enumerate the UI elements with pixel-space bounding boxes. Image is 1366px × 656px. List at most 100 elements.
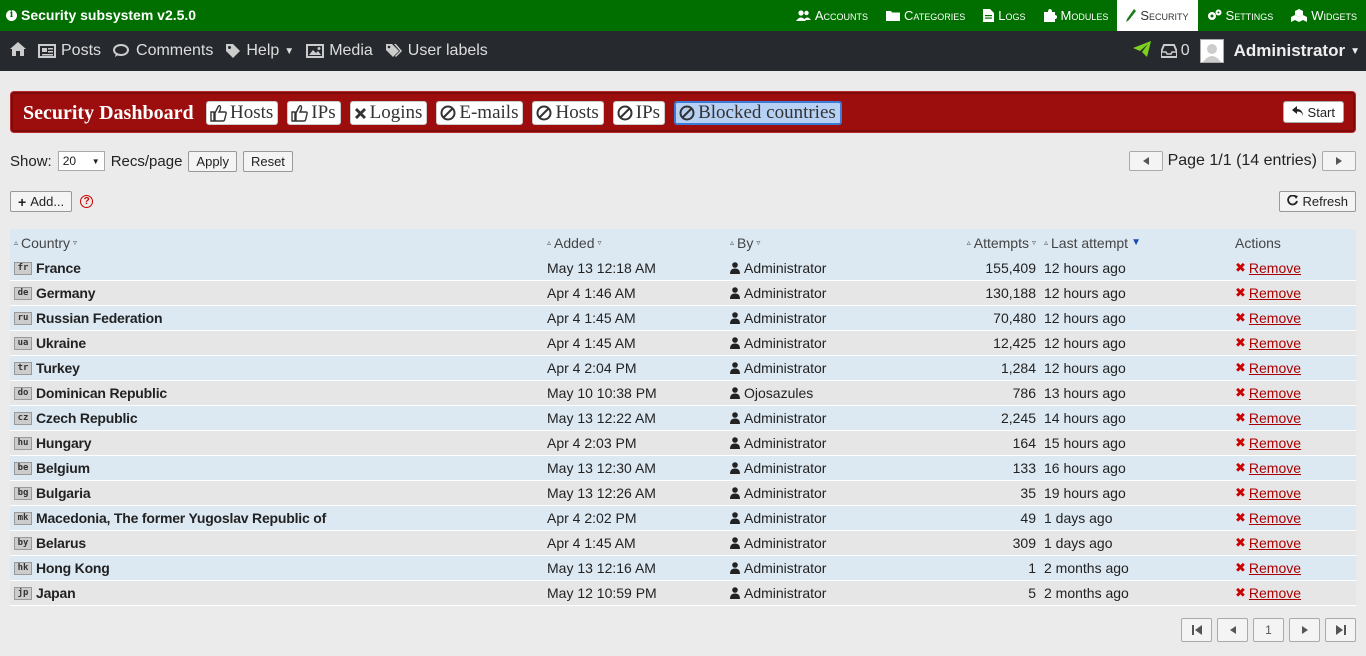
col-country[interactable]: ▵ Country ▿ <box>10 235 547 251</box>
remove-link[interactable]: ✖ Remove <box>1235 560 1356 576</box>
remove-link[interactable]: ✖ Remove <box>1235 535 1356 551</box>
cell-by: Ojosazules <box>730 385 913 401</box>
nav-user-labels[interactable]: User labels <box>385 42 488 60</box>
nav-posts[interactable]: Posts <box>38 42 101 60</box>
pager-top: Page 1/1 (14 entries) <box>1128 150 1356 172</box>
cell-attempts: 2,245 <box>1000 410 1036 426</box>
country-name: Bulgaria <box>36 485 91 501</box>
first-page-button[interactable] <box>1181 618 1212 642</box>
remove-link[interactable]: ✖ Remove <box>1235 385 1356 401</box>
topnav-modules[interactable]: Modules <box>1035 0 1118 31</box>
user-link[interactable]: Administrator <box>744 585 826 601</box>
table-row: tr Turkey Apr 4 2:04 PM Administrator 1,284 1… <box>10 356 1356 381</box>
remove-link[interactable]: ✖ Remove <box>1235 335 1356 351</box>
tab-e-mails-3[interactable]: E-mails <box>436 101 524 125</box>
flag-icon: do <box>14 386 32 400</box>
ban-icon <box>536 105 552 121</box>
user-icon <box>730 312 740 324</box>
topnav-logs[interactable]: Logs <box>974 0 1034 31</box>
country-name: Belarus <box>36 535 86 551</box>
refresh-button[interactable]: Refresh <box>1279 191 1356 212</box>
country-name: France <box>36 260 81 276</box>
country-name: Russian Federation <box>36 310 163 326</box>
sort-desc-icon: ▿ <box>1031 238 1036 247</box>
topnav-accounts[interactable]: Accounts <box>787 0 877 31</box>
remove-link[interactable]: ✖ Remove <box>1235 410 1356 426</box>
user-link[interactable]: Administrator <box>744 310 826 326</box>
cell-country: ru Russian Federation <box>10 310 547 326</box>
remove-link[interactable]: ✖ Remove <box>1235 510 1356 526</box>
cell-attempts: 49 <box>1020 510 1036 526</box>
user-menu[interactable]: Administrator ▼ <box>1234 41 1360 61</box>
tab-hosts-4[interactable]: Hosts <box>532 101 604 125</box>
ban-icon <box>679 105 695 121</box>
nav-bar: Posts Comments Help ▼ Media User labels … <box>0 31 1366 71</box>
prev-page-button[interactable] <box>1217 618 1248 642</box>
col-last-attempt[interactable]: ▵ Last attempt ▼ <box>1044 235 1235 251</box>
col-by[interactable]: ▵ By ▿ <box>730 235 913 251</box>
apply-button[interactable]: Apply <box>188 150 237 172</box>
flag-icon: ru <box>14 311 32 325</box>
user-link[interactable]: Administrator <box>744 360 826 376</box>
tab-ips-1[interactable]: IPs <box>287 101 341 125</box>
notifications[interactable]: 0 <box>1160 42 1190 60</box>
next-page-button[interactable] <box>1289 618 1320 642</box>
remove-link[interactable]: ✖ Remove <box>1235 585 1356 601</box>
remove-link[interactable]: ✖ Remove <box>1235 285 1356 301</box>
nav-help[interactable]: Help ▼ <box>225 42 294 60</box>
ban-icon <box>440 105 456 121</box>
start-button[interactable]: Start <box>1282 101 1344 123</box>
remove-link[interactable]: ✖ Remove <box>1235 485 1356 501</box>
user-link[interactable]: Administrator <box>744 435 826 451</box>
table-row: de Germany Apr 4 1:46 AM Administrator 130,1… <box>10 281 1356 306</box>
recs-per-page-select[interactable]: 20 ▼ <box>57 151 105 171</box>
nav-media[interactable]: Media <box>306 42 373 60</box>
nav-comments[interactable]: Comments <box>113 42 213 60</box>
topnav-settings[interactable]: Settings <box>1198 0 1283 31</box>
ban-icon <box>617 105 633 121</box>
cell-added: May 13 12:16 AM <box>547 560 656 576</box>
topnav-categories[interactable]: Categories <box>877 0 974 31</box>
last-page-button[interactable] <box>1325 618 1356 642</box>
col-attempts[interactable]: ▵ Attempts ▿ <box>913 235 1044 251</box>
remove-link[interactable]: ✖ Remove <box>1235 360 1356 376</box>
country-name: Turkey <box>36 360 80 376</box>
user-link[interactable]: Ojosazules <box>744 385 813 401</box>
next-page-button[interactable] <box>1322 151 1356 171</box>
cell-by: Administrator <box>730 535 913 551</box>
paper-plane-icon[interactable] <box>1132 40 1151 62</box>
user-link[interactable]: Administrator <box>744 410 826 426</box>
tab-blocked-countries-6[interactable]: Blocked countries <box>674 101 842 125</box>
user-link[interactable]: Administrator <box>744 535 826 551</box>
prev-page-button[interactable] <box>1128 151 1163 171</box>
tab-logins-2[interactable]: Logins <box>349 101 428 125</box>
first-page-icon <box>1191 625 1202 635</box>
user-link[interactable]: Administrator <box>744 285 826 301</box>
help-icon[interactable]: ? <box>80 195 94 208</box>
user-icon <box>730 487 740 499</box>
cell-attempts: 309 <box>1012 535 1036 551</box>
times-icon: ✖ <box>1235 585 1246 600</box>
remove-link[interactable]: ✖ Remove <box>1235 435 1356 451</box>
tab-ips-5[interactable]: IPs <box>612 101 666 125</box>
user-link[interactable]: Administrator <box>744 510 826 526</box>
user-link[interactable]: Administrator <box>744 260 826 276</box>
col-added[interactable]: ▵ Added ▿ <box>547 235 730 251</box>
remove-link[interactable]: ✖ Remove <box>1235 260 1356 276</box>
user-link[interactable]: Administrator <box>744 460 826 476</box>
topnav-widgets[interactable]: Widgets <box>1282 0 1366 31</box>
tab-hosts-0[interactable]: Hosts <box>206 101 279 125</box>
reset-button[interactable]: Reset <box>242 150 293 172</box>
user-link[interactable]: Administrator <box>744 485 826 501</box>
page-number-button[interactable]: 1 <box>1253 618 1284 642</box>
home-icon[interactable] <box>10 41 26 61</box>
add-button[interactable]: + Add... <box>10 191 73 212</box>
user-link[interactable]: Administrator <box>744 335 826 351</box>
avatar[interactable] <box>1199 39 1224 63</box>
user-icon <box>730 412 740 424</box>
remove-link[interactable]: ✖ Remove <box>1235 460 1356 476</box>
table-row: mk Macedonia, The former Yugoslav Republi… <box>10 506 1356 531</box>
topnav-security[interactable]: Security <box>1117 0 1198 31</box>
remove-link[interactable]: ✖ Remove <box>1235 310 1356 326</box>
user-link[interactable]: Administrator <box>744 560 826 576</box>
